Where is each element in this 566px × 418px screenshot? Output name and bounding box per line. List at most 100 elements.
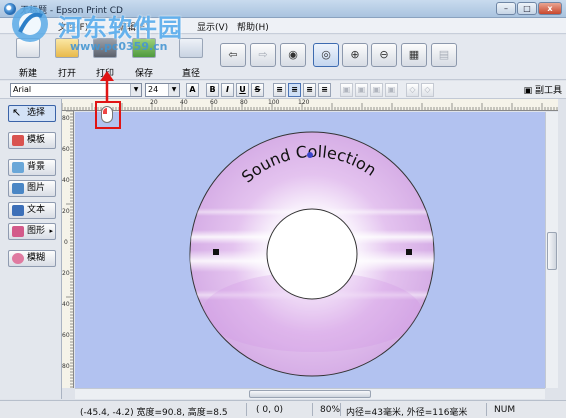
align-left-icon: ≡ — [276, 85, 283, 94]
zoom-in-icon: ⊕ — [350, 48, 360, 61]
undo-icon: ⇦ — [228, 48, 238, 61]
ruler-top-label: 100 — [268, 99, 280, 106]
status-position: (-45.4, -4.2) 宽度=90.8, 高度=8.5 — [80, 408, 228, 418]
ruler-top-ticks — [62, 103, 558, 110]
text-tool-label: 文本 — [27, 205, 46, 215]
selection-handle-right[interactable] — [406, 249, 412, 255]
arrange-icon: ▣ — [342, 85, 351, 94]
tool-panel: ↖ 选择 模板 背景 图片 文本 图形 ▸ 模糊 — [0, 99, 62, 399]
watermark-text: 河东软件园 — [58, 14, 183, 42]
status-num: NUM — [494, 405, 516, 415]
ruler-left-label: 0 — [64, 239, 68, 246]
ruler-top-label: 120 — [298, 99, 310, 106]
sub-tool-button[interactable]: ▣ 副工具 — [524, 83, 562, 96]
picture-tool-button[interactable]: 图片 — [8, 180, 56, 197]
shape-icon — [12, 226, 24, 237]
zoom-out-button[interactable]: ⊖ — [371, 43, 397, 67]
background-tool-label: 背景 — [27, 162, 46, 172]
italic-button[interactable]: I — [221, 83, 234, 97]
watermark-url: www.pc0359.cn — [70, 40, 168, 53]
text-tool-button[interactable]: 文本 — [8, 202, 56, 219]
ruler-left-label: 20 — [62, 208, 70, 215]
ruler-left-label: 60 — [62, 332, 70, 339]
status-zoom: 80% — [320, 405, 341, 415]
bold-button[interactable]: B — [206, 83, 219, 97]
arrange-back-button[interactable]: ▣ — [355, 83, 368, 97]
zoom-out-icon: ⊖ — [379, 48, 389, 61]
layout-icon: ▤ — [438, 48, 450, 61]
picture-icon — [12, 183, 24, 194]
font-size-select[interactable]: 24 ▼ — [145, 83, 180, 97]
align-right-icon: ≡ — [306, 85, 313, 94]
vertical-scroll-thumb[interactable] — [547, 232, 557, 270]
save-label: 保存 — [134, 69, 153, 79]
strikethrough-button[interactable]: S — [251, 83, 264, 97]
arrange-front-button[interactable]: ▣ — [340, 83, 353, 97]
menu-help[interactable]: 帮助(H) — [237, 20, 269, 33]
disc-select-icon: ◎ — [321, 48, 331, 61]
minimize-button[interactable]: – — [496, 2, 516, 15]
status-cursor: ( 0, 0) — [256, 405, 284, 415]
ruler-top-label: 40 — [180, 99, 188, 106]
horizontal-scrollbar[interactable] — [75, 388, 545, 399]
shape-tool-label: 图形 — [27, 226, 46, 236]
status-bar: (-45.4, -4.2) 宽度=90.8, 高度=8.5 ( 0, 0) 80… — [0, 400, 566, 418]
ruler-left-label: 40 — [62, 301, 70, 308]
redo-button[interactable]: ⇨ — [250, 43, 276, 67]
ruler-left-label: 40 — [62, 177, 70, 184]
template-tool-button[interactable]: 模板 — [8, 132, 56, 149]
group-button[interactable]: ▣ — [370, 83, 383, 97]
font-family-select[interactable]: Arial ▼ — [10, 83, 142, 97]
flip-v-button[interactable]: ◇ — [421, 83, 434, 97]
grid-button[interactable]: ▦ — [401, 43, 427, 67]
vertical-scrollbar[interactable] — [545, 112, 558, 388]
align-right-button[interactable]: ≡ — [303, 83, 316, 97]
blur-tool-button[interactable]: 模糊 — [8, 250, 56, 267]
design-canvas[interactable]: Sound Collection — [75, 112, 545, 388]
layout-button[interactable]: ▤ — [431, 43, 457, 67]
straight-label: 直径 — [181, 69, 200, 79]
arrow-icon: ↖ — [12, 106, 22, 119]
maximize-button[interactable]: □ — [517, 2, 537, 15]
select-disc-button[interactable]: ◎ — [313, 43, 339, 67]
mouse-icon — [101, 106, 113, 123]
rotation-handle[interactable] — [307, 152, 313, 158]
grid-icon: ▦ — [408, 48, 420, 61]
align-justify-button[interactable]: ≡ — [318, 83, 331, 97]
background-icon — [12, 162, 24, 173]
close-button[interactable]: x — [538, 2, 562, 15]
chevron-down-icon: ▼ — [130, 84, 141, 96]
select-tool-label: 选择 — [27, 108, 46, 118]
ruler-left-label: 80 — [62, 115, 70, 122]
font-color-button[interactable]: A — [186, 83, 199, 97]
background-tool-button[interactable]: 背景 — [8, 159, 56, 176]
ruler-left-label: 60 — [62, 146, 70, 153]
cd-center-hole — [266, 208, 358, 300]
picture-tool-label: 图片 — [27, 183, 46, 193]
horizontal-scroll-thumb[interactable] — [249, 390, 371, 398]
cd-label-drawing: Sound Collection — [189, 131, 435, 377]
ruler-left: 80 60 40 20 0 20 40 60 80 — [62, 111, 74, 388]
ungroup-icon: ▣ — [387, 85, 396, 94]
font-size-value: 24 — [148, 85, 159, 94]
selection-handle-left[interactable] — [213, 249, 219, 255]
align-center-button[interactable]: ≡ — [288, 83, 301, 97]
disc-tray-button[interactable]: ◉ — [280, 43, 306, 67]
flip-h-button[interactable]: ◇ — [406, 83, 419, 97]
underline-button[interactable]: U — [236, 83, 249, 97]
template-tool-label: 模板 — [27, 135, 46, 145]
open-label: 打开 — [57, 69, 76, 79]
shape-tool-button[interactable]: 图形 ▸ — [8, 223, 56, 240]
status-divider — [340, 403, 341, 416]
ungroup-button[interactable]: ▣ — [385, 83, 398, 97]
blur-icon — [12, 253, 24, 264]
menu-view[interactable]: 显示(V) — [197, 20, 228, 33]
zoom-in-button[interactable]: ⊕ — [342, 43, 368, 67]
straight-button[interactable]: 直径 — [175, 38, 207, 79]
annotation-arrow-icon — [100, 71, 114, 101]
select-tool-button[interactable]: ↖ 选择 — [8, 105, 56, 122]
align-left-button[interactable]: ≡ — [273, 83, 286, 97]
sub-tool-label: 副工具 — [534, 86, 562, 96]
undo-button[interactable]: ⇦ — [220, 43, 246, 67]
flip-icon: ◇ — [424, 85, 431, 94]
